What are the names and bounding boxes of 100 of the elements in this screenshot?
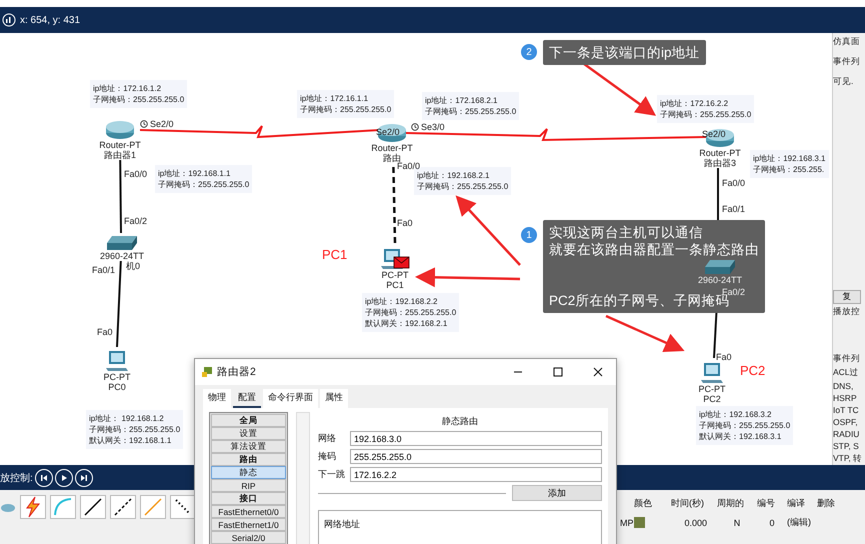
column-header: 颜色 [634,497,653,510]
device-model: PC-PT [104,372,130,382]
menu-item[interactable]: Serial2/0 [211,531,286,544]
device-model: Router-PT [99,140,141,150]
cursor-coordinates: x: 654, y: 431 [20,14,80,26]
note-text: ip地址：192.168.3.1 [753,153,826,164]
note-text: 子网掩码：255.255.255.0 [300,104,392,115]
column-header: 周期的 [717,497,745,510]
filter-item: 事件列 [833,353,861,365]
device-name: PC1 [386,280,404,290]
device-model: 2960-24TT [100,251,144,261]
play-button[interactable] [54,468,73,486]
device-model: PC-PT [698,384,726,394]
note-text: ip地址：192.168.1.1 [158,168,232,179]
panel-text: 播放控 [833,306,861,318]
playback-label: 放控制: [0,472,33,484]
menu-item[interactable]: RIP [211,479,286,492]
window-title: 路由器2 [217,365,257,379]
filter-item: OSPF, [833,417,859,427]
skip-back-button[interactable] [34,468,53,486]
skip-forward-button[interactable] [74,468,93,486]
note-text: 默认网关：192.168.2.1 [365,318,448,329]
filter-item: STP, S [833,441,860,451]
port-label: Fa0/0 [124,169,148,179]
port-label: Se2/0 [702,129,726,139]
input-field[interactable]: 172.16.2.2 [350,467,602,482]
step-number: 1 [521,227,537,243]
section-title: 静态路由 [441,415,479,428]
note-text: ip地址：172.16.1.2 [93,83,162,94]
port-label: Fa0/0 [397,161,420,171]
field-label: 下一跳 [318,468,346,481]
note-text: 默认网关：192.168.1.1 [89,435,172,446]
column-header: 时间(秒) [671,497,705,510]
device-name: PC2 [703,394,721,404]
menu-header[interactable]: 全局 [211,414,286,427]
panel-button[interactable]: 复 [833,290,861,304]
chart-icon[interactable] [2,13,16,27]
menu-item[interactable]: FastEthernet0/0 [211,505,286,518]
callout-text: 实现这两台主机可以通信 [549,224,704,241]
port-label: Fa0 [397,218,413,228]
callout-text: 下一条是该端口的ip地址 [549,44,700,61]
filter-item: VTP, 转 [833,453,864,465]
port-label: Fa0/0 [722,178,746,188]
menu-header[interactable]: 路由 [211,453,286,466]
add-button[interactable]: 添加 [512,485,602,501]
input-field[interactable]: 255.255.255.0 [350,449,602,464]
note-text: ip地址：172.16.1.1 [300,93,370,104]
device-name: 机0 [126,261,140,271]
menu-header[interactable]: 接口 [211,492,286,505]
port-label: Fa0 [716,352,732,362]
note-text: 子网掩码：255.255.255.0 [425,106,516,117]
lightning-icon[interactable] [20,495,46,519]
note-text: ip地址：192.168.2.2 [365,296,438,307]
tab[interactable]: 属性 [320,389,348,408]
field-label: 掩码 [318,450,337,463]
input-field[interactable]: 192.168.3.0 [350,431,602,446]
port-label: Fa0/1 [722,204,746,214]
filter-item: IoT TC [833,405,860,415]
device-model: PC-PT [382,270,408,280]
maximize-icon [553,367,563,377]
note-text: 子网掩码：255.255.255.0 [365,307,456,318]
close-icon [593,367,603,377]
note-text: 默认网关：192.168.3.1 [699,431,782,442]
note-text: 子网掩码：255.255.255.0 [660,109,752,120]
note-text: 子网掩码：255.255. [753,164,826,175]
port-label: Fa0/2 [124,216,148,226]
table-cell[interactable]: (编辑) [787,516,817,529]
tab[interactable]: 物理 [203,389,231,408]
note-text: 子网掩码：255.255.255.0 [417,181,508,192]
computer-icon [105,350,129,372]
menu-item[interactable]: 静态 [211,466,286,479]
skip-back-icon [38,472,49,482]
note-text: 子网掩码：255.255.255.0 [158,179,250,190]
callout-text: 就要在该路由器配置一条静态路由 [549,241,759,258]
filter-item: DNS, [833,381,854,391]
menu-item[interactable]: FastEthernet1/0 [211,518,286,531]
note-text: ip地址：192.168.2.1 [417,170,490,181]
column-header: 编号 [757,497,776,510]
skip-forward-icon [78,472,89,482]
port-label: Se3/0 [421,122,445,132]
menu-item[interactable]: 算法设置 [211,440,286,453]
device-model: Router-PT [371,143,413,153]
filter-item: HSRP [833,393,858,403]
scrollbar[interactable] [296,412,310,544]
list-header: 网络地址 [324,519,360,529]
device-model: Router-PT [699,148,741,158]
computer-envelope-icon [380,248,410,270]
table-cell: MP [620,518,634,528]
column-header: 编译 [787,497,806,510]
menu-item[interactable]: 设置 [211,427,286,440]
note-text: 子网掩码：255.255.255.0 [89,424,180,435]
table-cell-text: 0 [768,518,776,528]
note-text: 子网掩码：255.255.255.0 [93,94,184,105]
tab[interactable]: 命令行界面 [263,389,318,408]
device-model: 2960-24TT [698,275,742,285]
device-name: 路由器3 [704,158,736,168]
switch-icon [106,235,138,251]
port-label: Fa0 [97,327,113,337]
pc-tag: PC2 [740,363,766,378]
table-cell-text: N [732,518,742,528]
